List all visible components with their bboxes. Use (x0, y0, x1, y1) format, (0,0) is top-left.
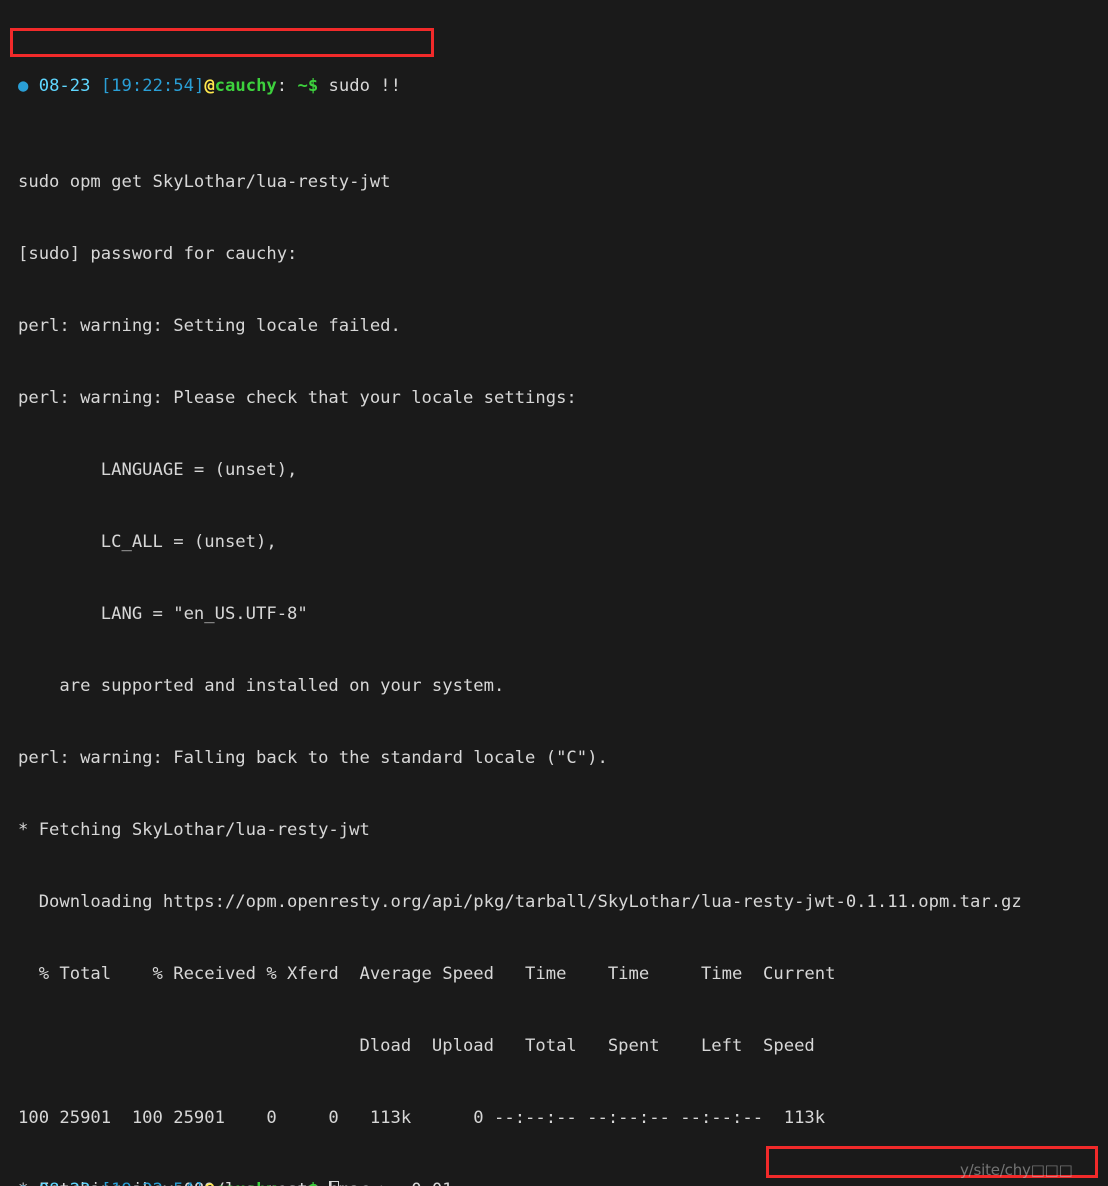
terminal-line: perl: warning: Setting locale failed. (18, 316, 401, 336)
terminal-line: LANGUAGE = (unset), (18, 460, 298, 480)
terminal-line: sudo opm get SkyLothar/lua-resty-jwt (18, 172, 391, 192)
prompt-time: [19:22:54] (100, 76, 205, 96)
prompt-username: cauchy (214, 76, 277, 96)
terminal-screen: ● 08-23 [19:22:54]@cauchy: ~$ sudo !! su… (0, 0, 1032, 1186)
terminal-line: * Fetching SkyLothar/lua-resty-jwt (18, 820, 370, 840)
prompt-command: sudo !! (328, 76, 401, 96)
terminal-line: are supported and installed on your syst… (18, 676, 505, 696)
terminal-line: LANG = "en_US.UTF-8" (18, 604, 308, 624)
terminal-line: perl: warning: Please check that your lo… (18, 388, 577, 408)
prompt-path: ~$ (297, 1180, 318, 1186)
prompt-time: [19:22:54] (101, 1180, 204, 1186)
terminal-line: LC_ALL = (unset), (18, 532, 277, 552)
terminal-line: % Total % Received % Xferd Average Speed… (18, 964, 836, 984)
prompt-bullet-icon: ● (18, 1180, 28, 1186)
text-cursor (328, 1181, 339, 1186)
terminal-window[interactable]: ● 08-23 [19:22:54]@cauchy: ~$ sudo !! su… (0, 0, 1108, 1186)
prompt-colon: : (277, 1180, 287, 1186)
prompt-at-symbol: @ (204, 1180, 214, 1186)
prompt-path: ~$ (297, 76, 319, 96)
prompt-colon: : (276, 76, 288, 96)
terminal-line: Dload Upload Total Spent Left Speed (18, 1036, 815, 1056)
prompt-bullet-icon: ● (18, 76, 29, 96)
terminal-line: perl: warning: Falling back to the stand… (18, 748, 608, 768)
prompt-date: 08-23 (39, 1180, 91, 1186)
terminal-line: Downloading https://opm.openresty.org/ap… (18, 892, 1022, 912)
prompt-line: ● 08-23 [19:22:54]@cauchy: ~$ sudo !! (0, 74, 1032, 98)
prompt-date: 08-23 (38, 76, 91, 96)
prompt-username: cauchy (215, 1180, 277, 1186)
next-prompt-line-clipped: ● 08-23 [19:22:54]@cauchy: ~$ (0, 1178, 339, 1186)
terminal-line: 100 25901 100 25901 0 0 113k 0 --:--:-- … (18, 1108, 826, 1128)
prompt-at-symbol: @ (204, 76, 215, 96)
terminal-line: [sudo] password for cauchy: (18, 244, 298, 264)
